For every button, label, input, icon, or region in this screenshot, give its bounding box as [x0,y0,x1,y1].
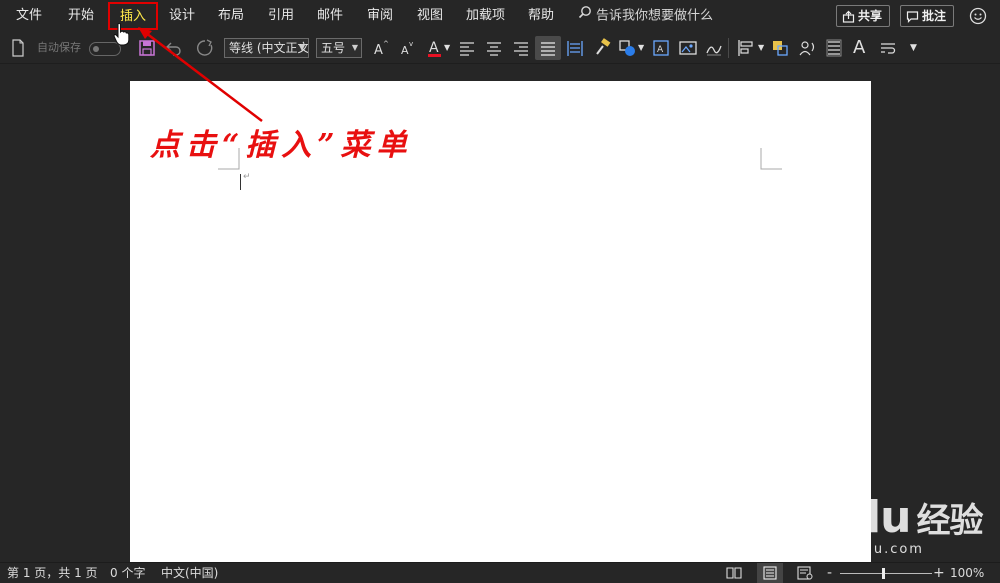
read-aloud-icon[interactable] [798,38,818,58]
baidu-watermark-url: jingyan.baidu.com [770,542,924,557]
search-icon [578,0,596,32]
annotation-text: 点击“插入”菜单 [150,128,413,163]
share-icon [842,10,855,23]
paragraph-mark: ↵ [243,172,251,182]
redo-icon[interactable] [195,38,215,58]
zoom-slider[interactable] [840,573,932,574]
margin-corner-top-right [760,148,782,170]
feedback-smiley-icon[interactable] [967,5,989,27]
distributed-icon[interactable] [565,38,585,58]
read-mode-icon[interactable] [726,566,742,580]
align-dropdown-icon[interactable]: ▼ [758,32,764,64]
align-center-icon[interactable] [484,38,504,58]
chevron-down-icon: ▼ [351,43,358,52]
menu-references[interactable]: 引用 [268,0,294,32]
grow-font-icon[interactable]: A ^ [370,38,390,58]
menu-design[interactable]: 设计 [169,0,195,32]
comment-icon [906,11,919,23]
font-name-value: 等线 (中文正文 [229,41,309,55]
text-cursor [240,174,241,190]
print-layout-icon [763,566,777,580]
share-button[interactable]: 共享 [836,5,891,27]
svg-text:A: A [429,40,439,56]
zoom-slider-thumb[interactable] [882,568,885,579]
svg-text:A: A [374,43,383,58]
toolbar-separator [728,38,729,58]
menu-review[interactable]: 审阅 [367,0,393,32]
menu-file[interactable]: 文件 [16,0,42,32]
status-bar: 第 1 页，共 1 页 0 个字 中文(中国) - + 100% [0,562,1000,583]
format-painter-icon[interactable] [593,38,613,58]
bring-forward-icon[interactable] [770,38,790,58]
menu-layout[interactable]: 布局 [218,0,244,32]
zoom-out-button[interactable]: - [827,563,832,583]
align-left-icon[interactable] [457,38,477,58]
signature-icon[interactable] [704,38,724,58]
language[interactable]: 中文(中国) [161,563,218,583]
tell-me-search[interactable]: 告诉我你想要做什么 [578,0,713,32]
menu-bar: 文件 开始 插入 设计 布局 引用 邮件 审阅 视图 加载项 帮助 告诉我你想要… [0,0,1000,32]
undo-icon[interactable] [164,38,184,58]
print-layout-button[interactable] [757,563,783,583]
web-layout-icon[interactable] [797,566,813,580]
font-name-dropdown[interactable]: 等线 (中文正文 ▼ [224,38,309,58]
wrap-text-icon[interactable] [878,38,898,58]
word-count-icon[interactable] [824,38,844,58]
picture-icon[interactable] [678,38,698,58]
shapes-dropdown-icon[interactable]: ▼ [638,32,644,64]
chevron-down-icon: ▼ [298,43,305,52]
textbox-icon[interactable]: A [651,38,671,58]
shrink-font-icon[interactable]: Av [397,38,417,58]
font-size-dropdown[interactable]: 五号 ▼ [316,38,362,58]
zoom-in-button[interactable]: + [933,563,945,583]
new-document-icon[interactable] [8,38,28,58]
styles-icon[interactable]: A [853,32,865,64]
shapes-icon[interactable] [617,38,637,58]
customize-toolbar-icon[interactable]: ▼ [910,32,917,64]
menu-help[interactable]: 帮助 [528,0,554,32]
font-color-dropdown-icon[interactable]: ▼ [444,32,450,64]
svg-text:v: v [409,40,413,48]
svg-text:^: ^ [383,40,389,48]
align-right-icon[interactable] [511,38,531,58]
justify-icon [541,42,555,56]
hand-cursor-icon [113,22,130,46]
tell-me-text: 告诉我你想要做什么 [596,8,714,24]
svg-text:A: A [401,44,409,57]
comments-label: 批注 [922,9,947,23]
justify-button[interactable] [535,36,561,60]
baidu-watermark-logo: Bai du 经验 [760,492,983,543]
comments-button[interactable]: 批注 [900,5,955,27]
align-objects-icon[interactable] [736,38,756,58]
menu-home[interactable]: 开始 [68,0,94,32]
menu-addins[interactable]: 加载项 [466,0,505,32]
watermark-logo-text: Bai du [760,492,911,543]
menu-view[interactable]: 视图 [417,0,443,32]
share-label: 共享 [858,9,883,23]
autosave-label: 自动保存 [37,41,81,54]
save-icon[interactable] [137,38,157,58]
word-count[interactable]: 0 个字 [110,563,145,583]
zoom-level[interactable]: 100% [950,563,984,583]
watermark-logo-suffix: 经验 [916,501,983,541]
font-size-value: 五号 [321,41,346,55]
font-color-icon[interactable]: A [425,38,445,58]
svg-text:A: A [657,45,664,55]
page-info[interactable]: 第 1 页，共 1 页 [7,563,98,583]
menu-mailings[interactable]: 邮件 [317,0,343,32]
